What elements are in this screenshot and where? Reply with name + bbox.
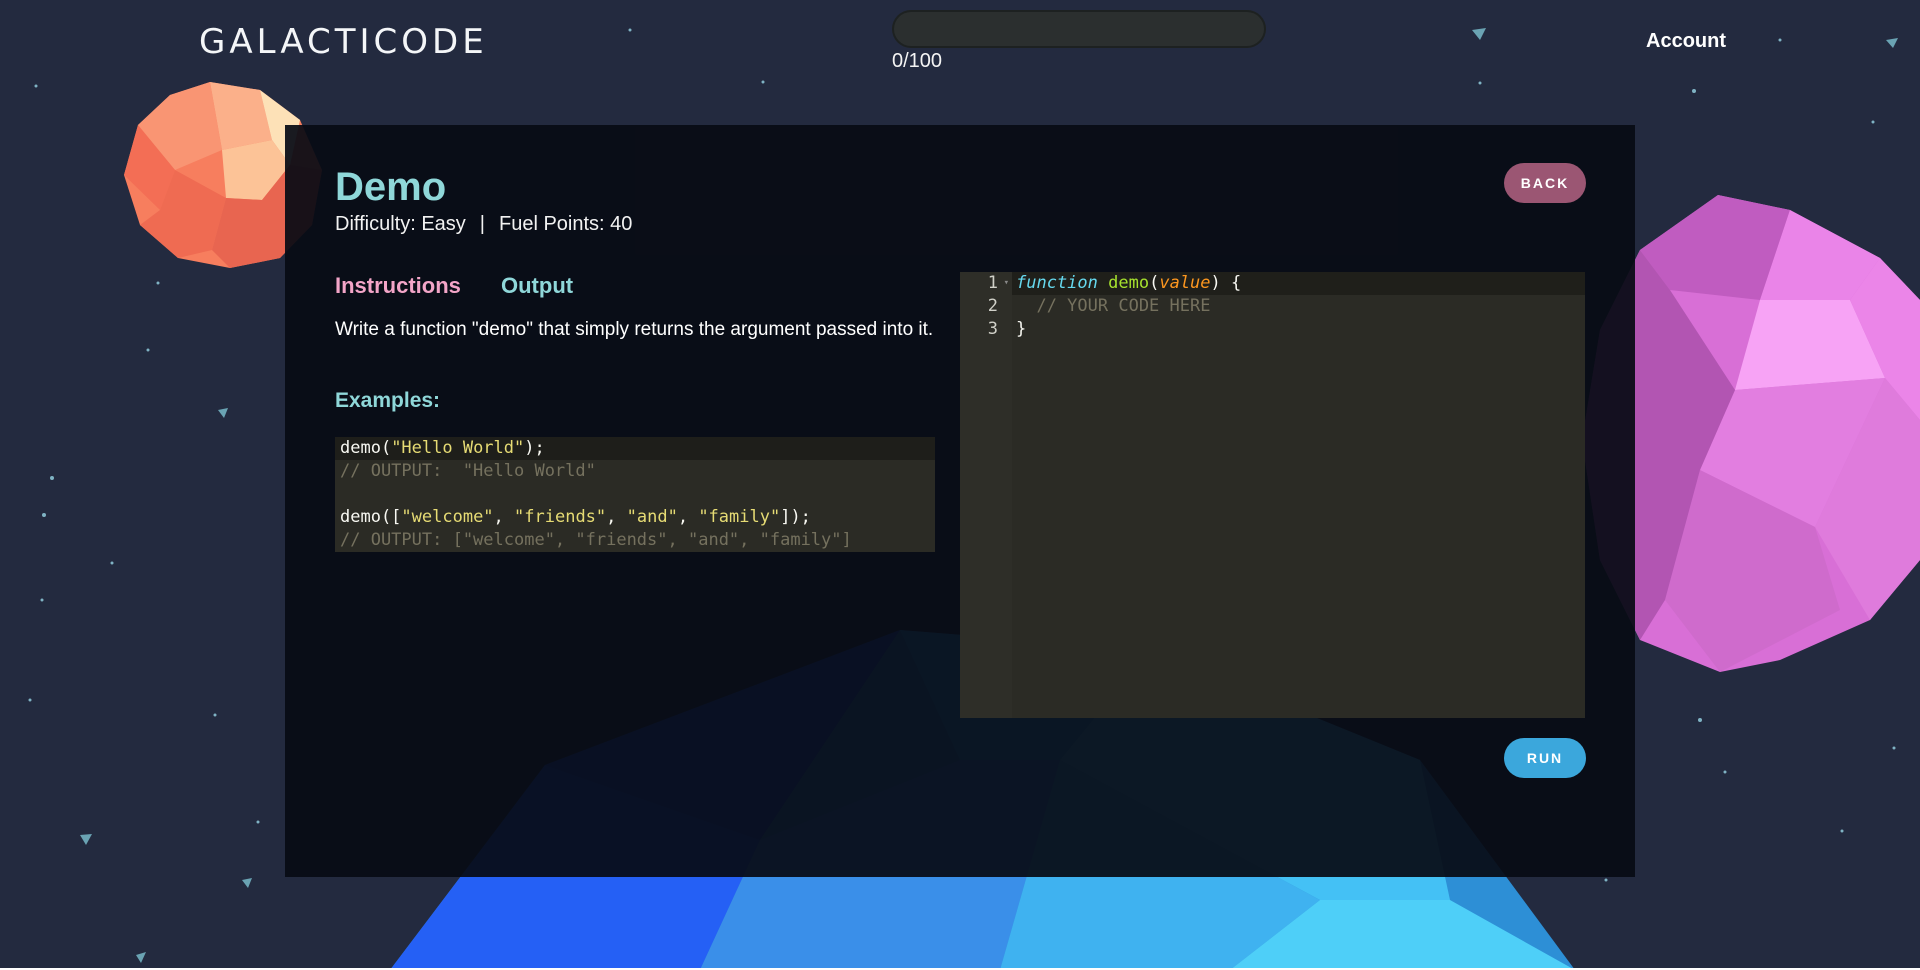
fuel-progress-label: 0/100 bbox=[892, 50, 943, 72]
instructions-text: Write a function "demo" that simply retu… bbox=[335, 319, 934, 340]
code-line[interactable]: } bbox=[1012, 318, 1585, 341]
fuel-points-label: Fuel Points: 40 bbox=[498, 213, 633, 235]
code-line[interactable]: function demo(value) { bbox=[1012, 272, 1585, 295]
example-output-2: // OUTPUT: ["welcome", "friends", "and",… bbox=[340, 530, 852, 550]
back-button[interactable]: BACK bbox=[1504, 163, 1586, 203]
example-blank-line bbox=[340, 483, 935, 506]
challenge-title: Demo bbox=[335, 165, 447, 209]
editor-gutter: 1 ▾ 2 3 bbox=[960, 272, 1012, 718]
fold-arrow-icon[interactable]: ▾ bbox=[1004, 272, 1009, 295]
line-number: 2 bbox=[987, 296, 998, 316]
editor-code-area[interactable]: function demo(value) { // YOUR CODE HERE… bbox=[1012, 272, 1585, 341]
example-output-1: // OUTPUT: "Hello World" bbox=[340, 461, 596, 481]
tab-instructions[interactable]: Instructions bbox=[335, 273, 461, 299]
account-link[interactable]: Account bbox=[1646, 30, 1726, 53]
challenge-panel: Demo Difficulty: Easy | Fuel Points: 40 BA… bbox=[285, 125, 1635, 877]
code-editor[interactable]: 1 ▾ 2 3 function demo(value) { // YOUR CO… bbox=[960, 272, 1585, 718]
difficulty-label: Difficulty: Easy bbox=[335, 213, 466, 235]
example-line-1: demo("Hello World"); bbox=[335, 437, 935, 460]
examples-heading: Examples: bbox=[335, 389, 441, 412]
example-line-2: demo(["welcome", "friends", "and", "fami… bbox=[340, 507, 811, 527]
challenge-meta: Difficulty: Easy | Fuel Points: 40 bbox=[335, 213, 632, 236]
line-number: 3 bbox=[987, 319, 998, 339]
app-logo[interactable]: GALACTICODE bbox=[199, 22, 488, 62]
line-number: 1 ▾ bbox=[987, 272, 1009, 295]
code-line[interactable]: // YOUR CODE HERE bbox=[1012, 295, 1585, 318]
fuel-progress-bar bbox=[892, 10, 1266, 48]
examples-code-block: demo("Hello World"); // OUTPUT: "Hello W… bbox=[335, 437, 935, 552]
tab-output[interactable]: Output bbox=[501, 273, 573, 299]
meta-separator: | bbox=[479, 213, 485, 235]
run-button[interactable]: RUN bbox=[1504, 738, 1586, 778]
